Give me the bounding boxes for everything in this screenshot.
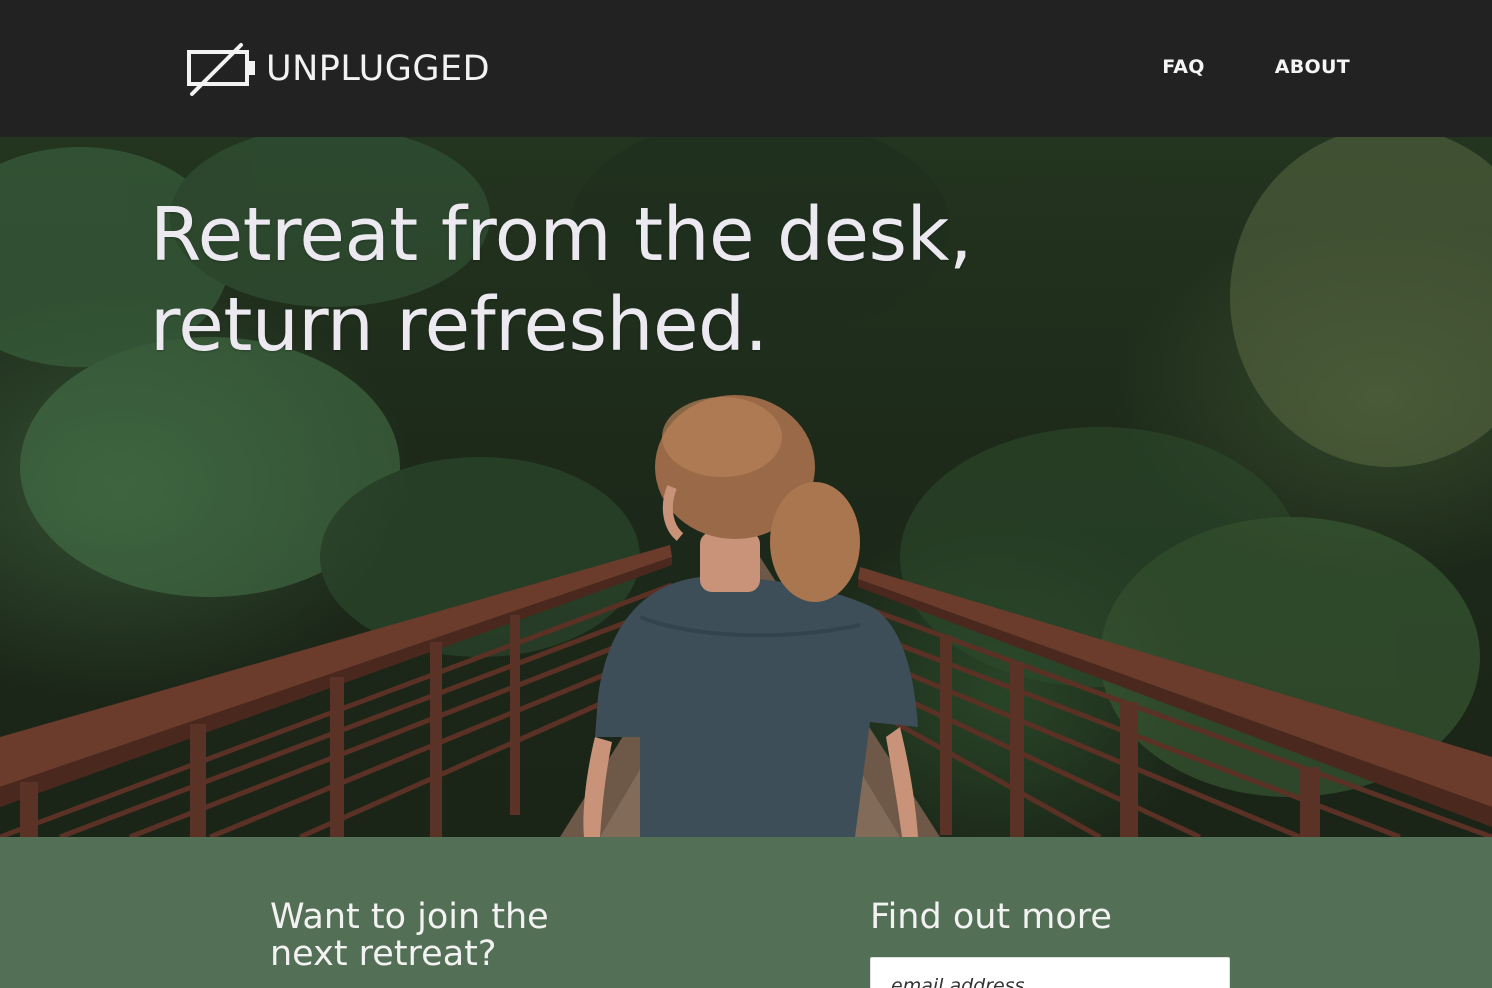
join-heading-line1: Want to join the: [270, 897, 549, 937]
site-header: UNPLUGGED FAQ ABOUT: [0, 0, 1492, 137]
nav-faq-link[interactable]: FAQ: [1162, 56, 1205, 78]
logo-link[interactable]: UNPLUGGED: [186, 41, 490, 97]
email-input[interactable]: [870, 957, 1230, 988]
signup-band: Want to join the next retreat? Find out …: [0, 837, 1492, 988]
join-heading-line2: next retreat?: [270, 934, 497, 974]
hero-headline: Retreat from the desk, return refreshed.: [150, 190, 1050, 370]
hero-headline-line2: return refreshed.: [150, 282, 768, 368]
logo-text: UNPLUGGED: [266, 49, 491, 89]
hero-section: Retreat from the desk, return refreshed.: [0, 137, 1492, 837]
join-retreat-heading: Want to join the next retreat?: [270, 899, 630, 973]
main-nav: FAQ ABOUT: [1162, 56, 1350, 78]
unplugged-battery-icon: [187, 43, 255, 96]
find-out-more-heading: Find out more: [870, 897, 1112, 937]
nav-about-link[interactable]: ABOUT: [1275, 56, 1350, 78]
hero-headline-line1: Retreat from the desk,: [150, 192, 972, 278]
